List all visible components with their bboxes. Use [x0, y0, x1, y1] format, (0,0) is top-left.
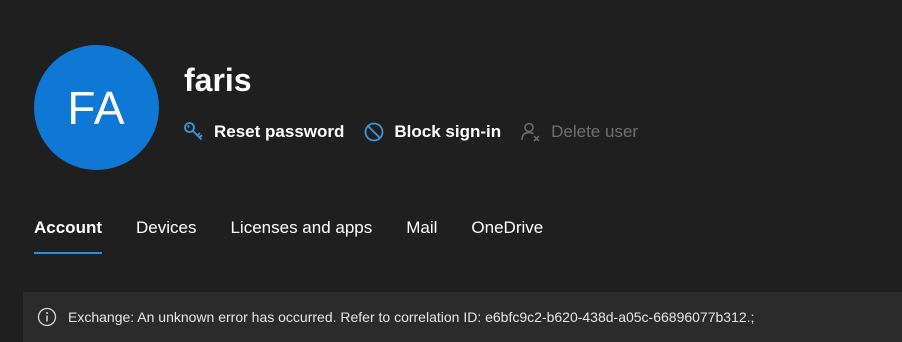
user-display-name: faris: [184, 62, 252, 98]
tab-licenses-and-apps[interactable]: Licenses and apps: [230, 212, 372, 256]
user-tabs: Account Devices Licenses and apps Mail O…: [34, 212, 577, 256]
key-icon: [182, 120, 206, 144]
tab-devices[interactable]: Devices: [136, 212, 196, 256]
tab-onedrive[interactable]: OneDrive: [471, 212, 543, 256]
user-details-panel: FA faris Reset password Block sign-in De…: [0, 0, 902, 342]
user-actions-toolbar: Reset password Block sign-in Delete user: [182, 118, 656, 146]
tab-account[interactable]: Account: [34, 212, 102, 256]
reset-password-label: Reset password: [214, 122, 345, 141]
block-signin-button[interactable]: Block sign-in: [362, 120, 501, 144]
delete-user-icon: [519, 120, 543, 144]
block-icon: [362, 120, 386, 144]
reset-password-button[interactable]: Reset password: [182, 120, 344, 144]
block-signin-label: Block sign-in: [394, 122, 502, 141]
avatar-initials: FA: [67, 81, 126, 134]
delete-user-button[interactable]: Delete user: [519, 120, 638, 144]
error-alert-bar: Exchange: An unknown error has occurred.…: [23, 292, 902, 342]
delete-user-label: Delete user: [551, 122, 639, 141]
info-icon: [37, 307, 57, 327]
error-alert-message: Exchange: An unknown error has occurred.…: [68, 309, 755, 325]
avatar: FA: [34, 45, 159, 170]
tab-mail[interactable]: Mail: [406, 212, 437, 256]
